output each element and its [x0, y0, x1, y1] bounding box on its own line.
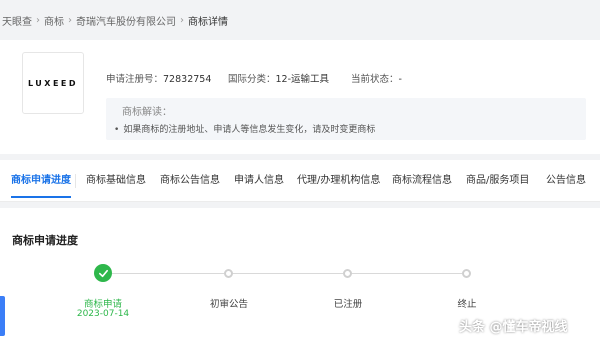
intl-class: 国际分类：12-运输工具	[228, 71, 351, 85]
tab-goods-services[interactable]: 商品/服务项目	[466, 160, 529, 202]
trademark-tip-box: 商标解读： • 如果商标的注册地址、申请人等信息发生变化，请及时变更商标	[106, 98, 586, 140]
reg-no-value: 72832754	[163, 74, 212, 85]
tab-announcement-info[interactable]: 商标公告信息	[160, 160, 220, 202]
trademark-logo-text: LUXEED	[27, 78, 79, 88]
progress-track	[351, 273, 462, 274]
step-label-applied: 商标申请	[83, 299, 123, 310]
tab-basic-info[interactable]: 商标基础信息	[86, 160, 146, 202]
tab-divider	[75, 174, 76, 188]
breadcrumb-separator-icon: ›	[180, 14, 184, 26]
tip-line: • 如果商标的注册地址、申请人等信息发生变化，请及时变更商标	[114, 122, 375, 135]
watermark-text: 头条 @懂车帝视线	[459, 320, 568, 335]
trademark-info-card: LUXEED 申请注册号：72832754 国际分类：12-运输工具 当前状态：…	[0, 40, 600, 154]
breadcrumb: 天眼查 › 商标 › 奇瑞汽车股份有限公司 › 商标详情	[0, 0, 600, 40]
step-pending-icon	[343, 269, 352, 278]
breadcrumb-separator-icon: ›	[36, 14, 40, 26]
step-date-applied: 2023-07-14	[76, 309, 130, 319]
reg-no: 申请注册号：72832754	[106, 71, 228, 85]
trademark-logo[interactable]: LUXEED	[22, 52, 84, 114]
step-pending-icon	[224, 269, 233, 278]
intl-class-label: 国际分类：	[228, 74, 276, 85]
progress-track	[232, 273, 343, 274]
trademark-meta: 申请注册号：72832754 国际分类：12-运输工具 当前状态：-	[106, 71, 402, 85]
tab-process-info[interactable]: 商标流程信息	[392, 160, 452, 202]
progress-track	[112, 273, 224, 274]
step-pending-icon	[462, 269, 471, 278]
intl-class-value: 12-运输工具	[275, 74, 330, 85]
step-label-preliminary: 初审公告	[209, 299, 249, 310]
status-value: -	[398, 74, 402, 85]
breadcrumb-current: 商标详情	[188, 16, 228, 28]
side-float-handle[interactable]	[0, 296, 5, 336]
tab-notices[interactable]: 公告信息	[546, 160, 586, 202]
breadcrumb-company[interactable]: 奇瑞汽车股份有限公司	[76, 13, 176, 28]
tip-title: 商标解读：	[122, 107, 172, 118]
reg-no-label: 申请注册号：	[106, 74, 164, 85]
tab-applicant-info[interactable]: 申请人信息	[234, 160, 284, 202]
tip-text: 如果商标的注册地址、申请人等信息发生变化，请及时变更商标	[123, 125, 376, 135]
breadcrumb-trademark[interactable]: 商标	[44, 13, 64, 28]
status-label: 当前状态：	[351, 74, 399, 85]
breadcrumb-separator-icon: ›	[68, 14, 72, 26]
tab-agency-info[interactable]: 代理/办理机构信息	[297, 160, 380, 202]
section-title: 商标申请进度	[12, 234, 78, 247]
bullet-icon: •	[114, 125, 120, 135]
step-label-registered: 已注册	[333, 299, 363, 310]
current-status: 当前状态：-	[351, 71, 402, 85]
step-done-check-icon	[94, 264, 112, 282]
step-label-terminated: 终止	[457, 299, 477, 310]
detail-tabs: 商标申请进度 商标基础信息 商标公告信息 申请人信息 代理/办理机构信息 商标流…	[0, 160, 600, 202]
tab-application-progress[interactable]: 商标申请进度	[11, 160, 71, 202]
breadcrumb-home[interactable]: 天眼查	[2, 13, 32, 28]
